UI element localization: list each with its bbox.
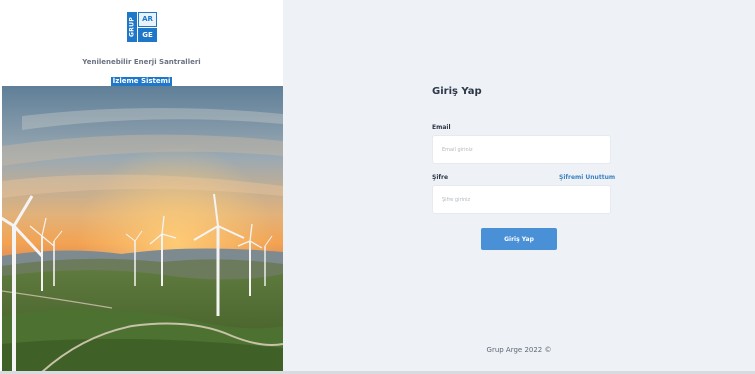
password-label: Şifre	[432, 174, 449, 181]
app-subtitle-highlight-row: İzleme Sistemi	[0, 68, 283, 87]
app-subtitle-highlight: İzleme Sistemi	[110, 77, 173, 86]
password-field[interactable]	[432, 185, 611, 214]
forgot-password-link[interactable]: Şifremi Unuttum	[559, 174, 615, 181]
right-panel: Giriş Yap Email Şifre Şifremi Unuttum Gi…	[283, 0, 755, 374]
wind-turbine-photo	[2, 86, 283, 372]
grup-arge-logo: GRUP AR GE	[127, 12, 157, 42]
email-field[interactable]	[432, 135, 611, 164]
email-label: Email	[432, 124, 451, 131]
footer-copyright: Grup Arge 2022 ©	[486, 346, 552, 354]
login-title: Giriş Yap	[432, 86, 482, 97]
logo-vertical-text: GRUP	[127, 12, 137, 42]
app-subtitle: Yenilenebilir Enerji Santralleri	[82, 58, 201, 66]
logo-bottom-text: GE	[138, 27, 157, 42]
login-button[interactable]: Giriş Yap	[481, 228, 557, 250]
logo-top-text: AR	[138, 12, 157, 27]
left-panel: GRUP AR GE Yenilenebilir Enerji Santrall…	[0, 0, 283, 374]
logo-blocks: AR GE	[138, 12, 157, 42]
